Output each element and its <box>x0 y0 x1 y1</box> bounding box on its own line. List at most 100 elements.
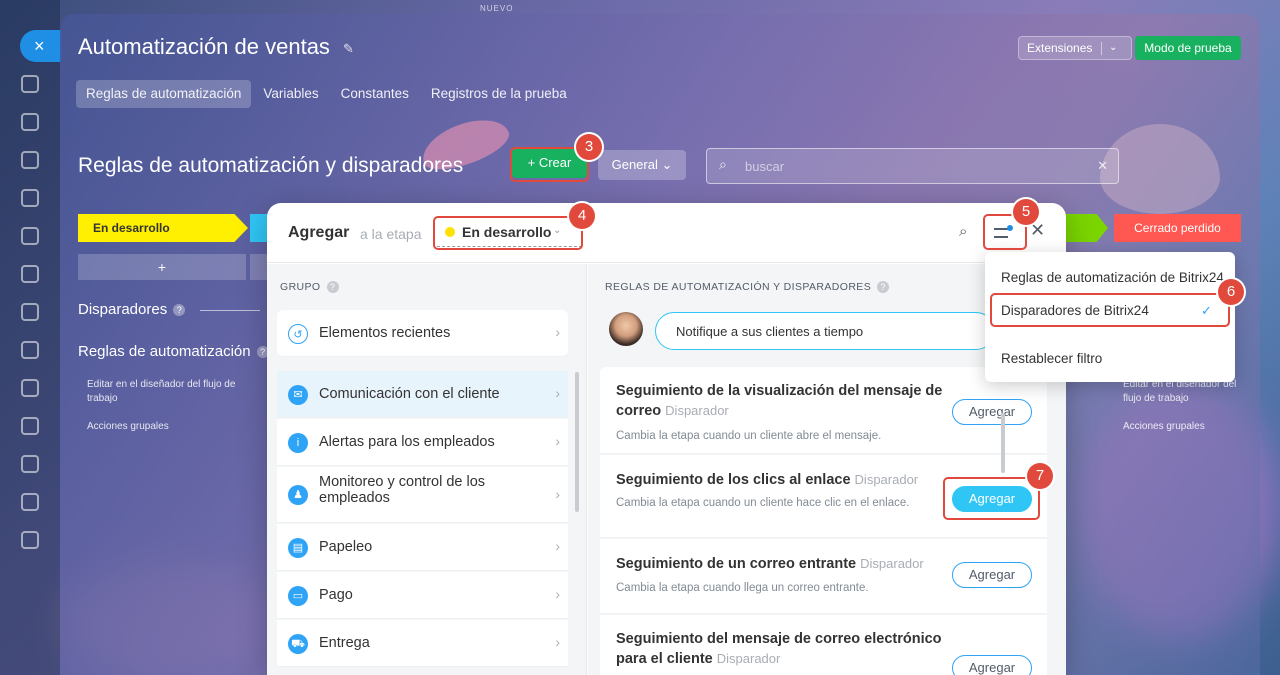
stage-won[interactable] <box>1062 214 1108 242</box>
rail-icon-calendar[interactable] <box>21 341 39 359</box>
rail-icon-cart[interactable] <box>21 265 39 283</box>
menu-item-rules[interactable]: Reglas de automatización de Bitrix24 <box>1001 270 1224 285</box>
chevron-down-icon[interactable]: ⌄ <box>1109 37 1117 59</box>
rail-icon-1[interactable] <box>21 75 39 93</box>
stage-en-desarrollo[interactable]: En desarrollo <box>78 214 248 242</box>
chevron-right-icon: › <box>555 385 560 401</box>
group-actions-link[interactable]: Acciones grupales <box>87 420 169 434</box>
rule-title-text: Seguimiento de un correo entrante <box>616 556 857 572</box>
tab-registros[interactable]: Registros de la prueba <box>421 80 577 108</box>
general-label: General <box>611 157 658 172</box>
group-monitoring[interactable]: ♟ Monitoreo y control de los empleados › <box>277 467 568 523</box>
rail-icon-target[interactable] <box>21 417 39 435</box>
avatar <box>609 312 643 346</box>
rail-icon-box[interactable] <box>21 379 39 397</box>
help-icon[interactable]: ? <box>877 281 890 294</box>
rule-title: Seguimiento de la visualización del mens… <box>616 381 946 421</box>
group-payment[interactable]: ▭ Pago › <box>277 572 568 619</box>
help-icon[interactable]: ? <box>326 281 339 294</box>
tab-constantes[interactable]: Constantes <box>331 80 419 108</box>
rail-icon-chart[interactable] <box>21 227 39 245</box>
add-rule-button[interactable]: Agregar <box>952 562 1032 588</box>
add-rule-button[interactable]: Agregar <box>952 399 1032 425</box>
left-rail <box>0 0 60 675</box>
rule-card: Seguimiento de la visualización del mens… <box>600 367 1047 454</box>
clear-icon[interactable]: ✕ <box>1097 158 1108 174</box>
test-mode-button[interactable]: Modo de prueba <box>1135 36 1241 60</box>
rule-title: Seguimiento del mensaje de correo electr… <box>616 629 946 669</box>
search-icon[interactable]: ⌕ <box>959 223 967 240</box>
chevron-right-icon: › <box>555 634 560 650</box>
tab-reglas[interactable]: Reglas de automatización <box>76 80 252 108</box>
highlight-triggers-item <box>990 293 1230 327</box>
group-paperwork[interactable]: ▤ Papeleo › <box>277 524 568 571</box>
chevron-right-icon: › <box>555 324 560 340</box>
group-label: Monitoreo y control de los empleados <box>319 474 486 506</box>
group-label: Papeleo <box>319 539 373 555</box>
group-label: Comunicación con el cliente <box>319 386 500 402</box>
callout-badge: 4 <box>569 203 595 229</box>
section-heading: Reglas de automatización y disparadores <box>78 154 464 177</box>
people-icon: ♟ <box>288 485 308 505</box>
chevron-right-icon: › <box>555 586 560 602</box>
pin-icon[interactable]: ✎ <box>343 41 354 57</box>
rail-icon-tasks[interactable] <box>21 113 39 131</box>
rail-icon-cube[interactable] <box>21 531 39 549</box>
chevron-down-icon: ⌄ <box>661 157 673 172</box>
group-actions-link-right[interactable]: Acciones grupales <box>1123 420 1205 434</box>
help-icon[interactable]: ? <box>173 304 186 317</box>
close-slider-button[interactable]: × <box>20 30 62 62</box>
rail-icon-robot[interactable] <box>21 189 39 207</box>
page-title: Automatización de ventas <box>78 34 330 59</box>
add-rule-button[interactable]: + <box>78 254 246 280</box>
edit-designer-link[interactable]: Editar en el diseñador del flujo de trab… <box>87 378 237 406</box>
rule-tag: Disparador <box>665 403 729 418</box>
tab-variables[interactable]: Variables <box>253 80 328 108</box>
truck-icon: ⛟ <box>288 634 308 654</box>
document-icon: ▤ <box>288 538 308 558</box>
rules-scrollbar[interactable] <box>1001 413 1005 473</box>
group-label: Elementos recientes <box>319 325 451 341</box>
popup-header: Agregar a la etapa En desarrollo ⌄ ⌕ ✕ <box>267 203 1066 263</box>
popup-title: Agregar <box>288 224 350 241</box>
chat-icon: ✉ <box>288 385 308 405</box>
search-placeholder: buscar <box>745 159 785 174</box>
menu-item-reset[interactable]: Restablecer filtro <box>1001 351 1102 366</box>
add-rule-button[interactable]: Agregar <box>952 655 1032 675</box>
info-icon: i <box>288 433 308 453</box>
rule-description: Cambia la etapa cuando un cliente hace c… <box>616 497 910 509</box>
rule-description: Cambia la etapa cuando un cliente abre e… <box>616 430 882 442</box>
callout-badge: 5 <box>1013 199 1039 225</box>
stage-cerrado-perdido[interactable]: Cerrado perdido <box>1114 214 1241 242</box>
group-header-text: GRUPO <box>280 281 321 293</box>
extensions-button[interactable]: Extensiones ⌄ <box>1018 36 1132 60</box>
group-communication[interactable]: ✉ Comunicación con el cliente › <box>277 371 568 418</box>
rail-icon-doc[interactable] <box>21 493 39 511</box>
rule-description: Cambia la etapa cuando llega un correo e… <box>616 582 869 594</box>
edit-designer-link-right[interactable]: Editar en el diseñador del flujo de trab… <box>1123 378 1241 406</box>
top-nuevo-label: NUEVO <box>480 4 514 13</box>
close-icon: × <box>34 36 45 56</box>
rule-tag: Disparador <box>716 651 781 666</box>
rule-title: Seguimiento de los clics al enlace Dispa… <box>616 470 946 490</box>
search-input[interactable]: ⌕ buscar ✕ <box>706 148 1119 184</box>
chevron-right-icon: › <box>555 486 560 502</box>
group-header: GRUPO? <box>280 281 339 294</box>
rail-icon-crm[interactable] <box>21 151 39 169</box>
rule-title-text: Seguimiento de los clics al enlace <box>616 472 851 488</box>
group-alerts[interactable]: i Alertas para los empleados › <box>277 419 568 466</box>
callout-badge: 6 <box>1218 279 1244 305</box>
rail-icon-pen[interactable] <box>21 455 39 473</box>
group-recent[interactable]: ↺ Elementos recientes › <box>277 310 568 357</box>
group-delivery[interactable]: ⛟ Entrega › <box>277 620 568 667</box>
rule-card: Seguimiento de un correo entrante Dispar… <box>600 539 1047 614</box>
general-dropdown[interactable]: General ⌄ <box>598 150 686 180</box>
highlight-stage <box>433 216 583 250</box>
rail-icon-contact[interactable] <box>21 303 39 321</box>
chevron-right-icon: › <box>555 433 560 449</box>
group-label: Alertas para los empleados <box>319 434 495 450</box>
history-icon: ↺ <box>288 324 308 344</box>
callout-badge: 3 <box>576 134 602 160</box>
rule-tag: Disparador <box>860 556 924 571</box>
group-scrollbar[interactable] <box>575 372 579 512</box>
